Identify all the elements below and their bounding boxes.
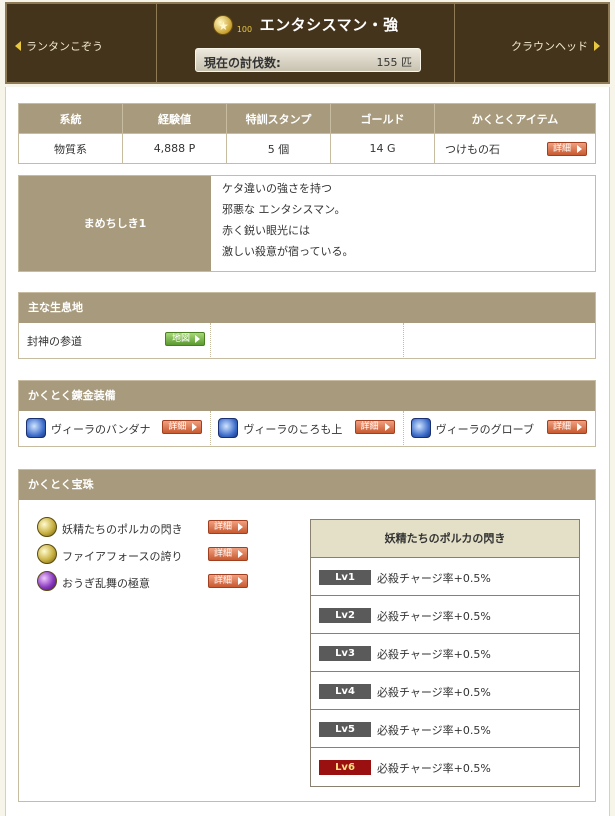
gold-orb-icon — [37, 544, 57, 564]
value-family: 物質系 — [18, 133, 123, 164]
habitat-title: 主な生息地 — [19, 293, 595, 323]
equipment-section: かくとく錬金装備 ヴィーラのバンダナ 詳細 ヴィーラのころも上 詳細 ヴィーラの… — [18, 380, 596, 447]
defeat-count-value: 155 匹 — [376, 56, 413, 69]
habitat-section: 主な生息地 封神の参道 地図 — [18, 292, 596, 359]
level-badge: Lv3 — [319, 646, 371, 661]
star-medal-icon: ★ — [213, 14, 234, 35]
stats-header-row: 系統 経験値 特訓スタンプ ゴールド かくとくアイテム — [18, 103, 596, 134]
arrow-right-icon — [594, 41, 600, 51]
prev-monster-link[interactable]: ランタンこぞう — [15, 38, 103, 54]
monster-name: エンタシスマン・強 — [259, 16, 399, 34]
jewel-detail-button[interactable]: 詳細 — [208, 520, 248, 534]
header-stamp: 特訓スタンプ — [226, 103, 331, 134]
level-number: 100 — [236, 24, 253, 34]
value-item-cell: つけもの石 詳細 — [434, 133, 596, 164]
level-row: Lv5 必殺チャージ率+0.5% — [311, 710, 579, 748]
level-row: Lv2 必殺チャージ率+0.5% — [311, 596, 579, 634]
robe-top-icon — [218, 418, 239, 438]
habitat-cell-empty — [211, 323, 404, 357]
jewel-item: ファイアフォースの誇り 詳細 — [37, 542, 267, 566]
monster-header: ランタンこぞう ★ 100 エンタシスマン・強 現在の討伐数: 155 匹 クラ… — [5, 2, 610, 84]
prev-monster-cell: ランタンこぞう — [7, 4, 157, 82]
equipment-cell: ヴィーラのころも上 詳細 — [211, 411, 404, 445]
gold-orb-icon — [37, 517, 57, 537]
level-badge-max: Lv6 — [319, 760, 371, 775]
equipment-name: ヴィーラのころも上 — [243, 423, 343, 436]
header-item: かくとくアイテム — [434, 103, 596, 134]
equipment-detail-button[interactable]: 詳細 — [354, 420, 395, 434]
value-gold: 14 G — [330, 133, 435, 164]
trivia-line: 邪悪な エンタシスマン。 — [222, 203, 346, 216]
level-effect: 必殺チャージ率+0.5% — [377, 648, 491, 661]
header-exp: 経験値 — [122, 103, 227, 134]
defeat-count-label: 現在の討伐数: — [204, 56, 281, 70]
arrow-left-icon — [15, 41, 21, 51]
defeat-count-box: 現在の討伐数: 155 匹 — [195, 48, 421, 72]
level-badge: Lv5 — [319, 722, 371, 737]
trivia-text: ケタ違いの強さを持つ 邪悪な エンタシスマン。 赤く鋭い眼光には 激しい殺意が宿… — [222, 182, 353, 266]
level-effect: 必殺チャージ率+0.5% — [377, 762, 491, 775]
title-cell: ★ 100 エンタシスマン・強 現在の討伐数: 155 匹 — [157, 4, 455, 82]
jewel-level-title: 妖精たちのポルカの閃き — [311, 520, 579, 558]
equipment-detail-button[interactable]: 詳細 — [162, 420, 203, 434]
equipment-cell: ヴィーラのバンダナ 詳細 — [19, 411, 212, 445]
jewel-item: 妖精たちのポルカの閃き 詳細 — [37, 515, 267, 539]
level-effect: 必殺チャージ率+0.5% — [377, 610, 491, 623]
jewel-item: おうぎ乱舞の極意 詳細 — [37, 569, 267, 593]
equipment-detail-button[interactable]: 詳細 — [546, 420, 587, 434]
level-effect: 必殺チャージ率+0.5% — [377, 686, 491, 699]
jewel-section: かくとく宝珠 妖精たちのポルカの閃き 詳細 ファイアフォースの誇り 詳細 おうぎ… — [18, 469, 596, 802]
jewel-detail-button[interactable]: 詳細 — [208, 547, 248, 561]
level-row: Lv6 必殺チャージ率+0.5% — [311, 748, 579, 786]
glove-icon — [410, 418, 431, 438]
jewel-title: かくとく宝珠 — [19, 470, 595, 500]
level-row: Lv1 必殺チャージ率+0.5% — [311, 558, 579, 596]
level-effect: 必殺チャージ率+0.5% — [377, 724, 491, 737]
equipment-name: ヴィーラのバンダナ — [51, 423, 151, 436]
next-monster-label: クラウンヘッド — [511, 40, 588, 53]
bandana-icon — [26, 418, 46, 438]
value-exp: 4,888 P — [122, 133, 227, 164]
habitat-cell: 封神の参道 地図 — [19, 323, 212, 357]
habitat-row: 封神の参道 地図 — [19, 323, 595, 357]
equipment-row: ヴィーラのバンダナ 詳細 ヴィーラのころも上 詳細 ヴィーラのグローブ 詳細 — [19, 411, 595, 445]
level-row: Lv4 必殺チャージ率+0.5% — [311, 672, 579, 710]
habitat-name: 封神の参道 — [27, 335, 82, 348]
trivia-line: ケタ違いの強さを持つ — [222, 182, 332, 195]
level-row: Lv3 必殺チャージ率+0.5% — [311, 634, 579, 672]
trivia-line: 赤く鋭い眼光には — [222, 224, 310, 237]
header-gold: ゴールド — [330, 103, 435, 134]
level-badge: Lv2 — [319, 608, 371, 623]
header-family: 系統 — [18, 103, 123, 134]
jewel-name: 妖精たちのポルカの閃き — [62, 523, 183, 536]
trivia-line: 激しい殺意が宿っている。 — [222, 245, 354, 258]
value-stamp: 5 個 — [226, 133, 331, 164]
equipment-cell: ヴィーラのグローブ 詳細 — [404, 411, 595, 445]
habitat-cell-empty — [404, 323, 595, 357]
level-badge: Lv4 — [319, 684, 371, 699]
prev-monster-label: ランタンこぞう — [26, 40, 103, 53]
map-button[interactable]: 地図 — [165, 332, 205, 346]
star-glyph: ★ — [217, 18, 229, 33]
jewel-name: おうぎ乱舞の極意 — [62, 577, 150, 590]
content-panel: 系統 経験値 特訓スタンプ ゴールド かくとくアイテム 物質系 4,888 P … — [5, 87, 610, 816]
equipment-title: かくとく錬金装備 — [19, 381, 595, 411]
value-item: つけもの石 — [445, 142, 500, 156]
next-monster-cell: クラウンヘッド — [455, 4, 608, 82]
level-badge: Lv1 — [319, 570, 371, 585]
jewel-level-table: 妖精たちのポルカの閃き Lv1 必殺チャージ率+0.5% Lv2 必殺チャージ率… — [310, 519, 580, 787]
trivia-box: まめちしき1 ケタ違いの強さを持つ 邪悪な エンタシスマン。 赤く鋭い眼光には … — [18, 175, 596, 272]
jewel-name: ファイアフォースの誇り — [62, 550, 183, 563]
title-row: ★ 100 エンタシスマン・強 — [157, 14, 455, 35]
jewel-detail-button[interactable]: 詳細 — [208, 574, 248, 588]
purple-orb-icon — [37, 571, 57, 591]
level-effect: 必殺チャージ率+0.5% — [377, 572, 491, 585]
stats-value-row: 物質系 4,888 P 5 個 14 G つけもの石 詳細 — [18, 133, 596, 164]
equipment-name: ヴィーラのグローブ — [435, 423, 534, 436]
stats-table: 系統 経験値 特訓スタンプ ゴールド かくとくアイテム 物質系 4,888 P … — [18, 103, 596, 164]
next-monster-link[interactable]: クラウンヘッド — [511, 38, 600, 54]
item-detail-button[interactable]: 詳細 — [547, 142, 587, 156]
trivia-title: まめちしき1 — [19, 176, 211, 271]
